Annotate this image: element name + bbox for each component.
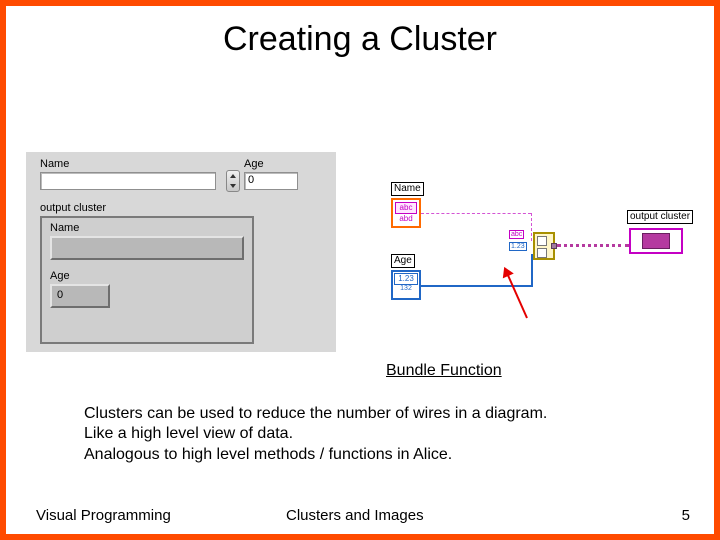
fp-inner-age-value: 0: [57, 289, 63, 301]
bd-age-label: Age: [391, 254, 415, 268]
fp-inner-age-label: Age: [50, 270, 70, 282]
bd-name-sub: abd: [393, 214, 419, 223]
bundle-in-top-glyph: abc: [509, 230, 524, 239]
bd-output-glyph: [642, 233, 670, 249]
fp-age-input[interactable]: 0: [244, 172, 298, 190]
bundle-in-bot-glyph: 1.23: [509, 242, 527, 251]
bd-name-glyph: abc: [395, 202, 417, 214]
block-diagram: Name abc abd Age 1.23 132 abc 1.23 outpu…: [369, 182, 699, 332]
bd-name-terminal[interactable]: abc abd: [391, 198, 421, 228]
body-line3: Analogous to high level methods / functi…: [84, 445, 664, 465]
footer-left: Visual Programming: [36, 507, 171, 524]
fp-name-label: Name: [40, 158, 69, 170]
fp-output-cluster: Name Age 0: [40, 216, 254, 344]
fp-inner-name-display: [50, 236, 244, 260]
bd-age-sub: 132: [393, 285, 419, 292]
fp-age-value: 0: [248, 174, 254, 186]
front-panel: Name Age 0 output cluster Name Age 0: [26, 152, 336, 352]
bundle-input-top: [537, 236, 547, 246]
fp-age-spinner[interactable]: [226, 170, 240, 192]
footer-center: Clusters and Images: [286, 507, 424, 524]
bd-output-terminal[interactable]: [629, 228, 683, 254]
body-line1: Clusters can be used to reduce the numbe…: [84, 404, 664, 424]
footer-right: 5: [682, 507, 690, 524]
wire-name-to-bundle: [421, 213, 531, 214]
wire-bundle-to-sink: [557, 244, 629, 247]
fp-output-label: output cluster: [40, 202, 106, 214]
bd-name-label: Name: [391, 182, 424, 196]
bundle-node[interactable]: [533, 232, 555, 260]
wire-name-drop: [531, 213, 532, 241]
bundle-input-bot: [537, 248, 547, 258]
bd-age-terminal[interactable]: 1.23 132: [391, 270, 421, 300]
slide-title: Creating a Cluster: [6, 20, 714, 59]
fp-name-input[interactable]: [40, 172, 216, 190]
fp-inner-name-label: Name: [50, 222, 79, 234]
fp-inner-age-display: 0: [50, 284, 110, 308]
body-text: Clusters can be used to reduce the numbe…: [84, 404, 664, 465]
bd-output-label: output cluster: [627, 210, 693, 224]
fp-age-label: Age: [244, 158, 264, 170]
bundle-caption: Bundle Function: [386, 362, 502, 380]
body-line2: Like a high level view of data.: [84, 424, 664, 444]
bd-age-glyph: 1.23: [394, 273, 418, 285]
